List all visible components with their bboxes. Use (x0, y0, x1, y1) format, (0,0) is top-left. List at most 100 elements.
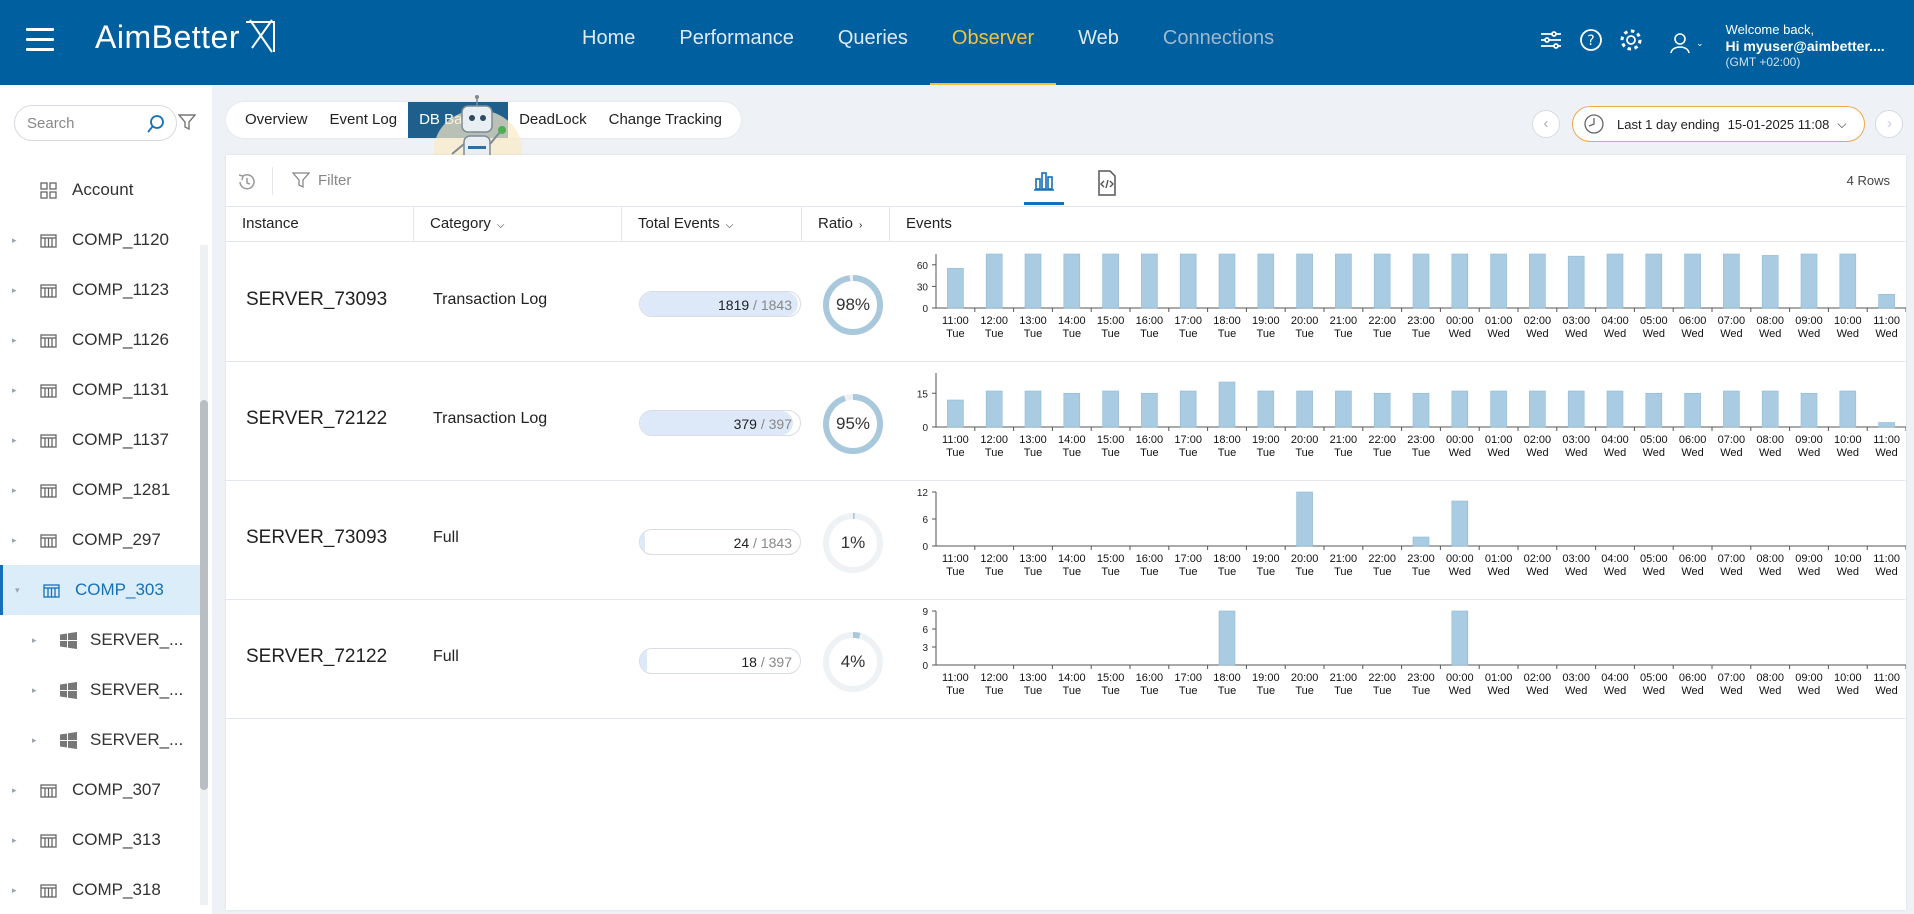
sliders-icon[interactable] (1538, 27, 1564, 53)
sidebar-item[interactable]: ▸ COMP_307 (0, 765, 200, 815)
user-menu[interactable]: ⌄ Welcome back, Hi myuser@aimbetter.... … (1668, 22, 1885, 70)
caret-right-icon[interactable]: ▸ (32, 665, 37, 715)
x-tick-label-time: 10:00 (1834, 315, 1862, 327)
sidebar-item[interactable]: ▸ COMP_313 (0, 815, 200, 865)
tab-overview[interactable]: Overview (234, 102, 319, 138)
caret-right-icon[interactable]: ▸ (12, 465, 17, 515)
x-tick-label-day: Tue (946, 447, 965, 459)
sidebar-item[interactable]: ▸ COMP_1123 (0, 265, 200, 315)
nav-performance[interactable]: Performance (657, 0, 816, 85)
filter-icon[interactable] (178, 113, 196, 131)
event-bar (1024, 253, 1042, 309)
x-tick-label-day: Tue (1179, 566, 1198, 578)
x-tick-label-time: 14:00 (1058, 553, 1086, 565)
header-ratio[interactable]: Ratio › (802, 207, 890, 242)
x-tick-label-time: 02:00 (1524, 315, 1552, 327)
event-bar (1102, 253, 1119, 309)
grid-filter-input[interactable]: Filter (292, 171, 351, 189)
header-category[interactable]: Category ⌵ (414, 207, 622, 242)
header-events[interactable]: Events (890, 207, 1906, 242)
code-view-button[interactable] (1086, 165, 1126, 205)
x-tick-label-time: 12:00 (980, 315, 1008, 327)
x-tick-label-day: Wed (1759, 328, 1781, 340)
sidebar-item-label: SERVER_... (90, 730, 184, 749)
prev-period-button[interactable]: ‹ (1532, 110, 1560, 138)
nav-web[interactable]: Web (1056, 0, 1141, 85)
caret-down-icon[interactable]: ▾ (15, 565, 20, 615)
sort-chevron-icon: ⌵ (725, 220, 734, 231)
sidebar-item[interactable]: ▸ COMP_1137 (0, 415, 200, 465)
total-events-bar-fill (640, 530, 645, 554)
sidebar-item[interactable]: ▸ SERVER_... (0, 615, 200, 665)
sidebar: Search Account ▸ COMP_1120 ▸ COMP_1123 ▸ COMP_… (0, 85, 212, 914)
total-events-bar-fill (640, 649, 648, 673)
caret-right-icon[interactable]: ▸ (12, 815, 17, 865)
time-range-selector[interactable]: Last 1 day ending 15-01-2025 11:08 ⌵ (1572, 106, 1866, 142)
sidebar-scrollbar-thumb[interactable] (200, 400, 208, 790)
nav-observer[interactable]: Observer (929, 0, 1057, 85)
x-tick-label-day: Tue (1063, 685, 1082, 697)
x-tick-label-time: 16:00 (1136, 315, 1164, 327)
event-count: 24 (733, 535, 750, 551)
x-tick-label-day: Wed (1604, 328, 1626, 340)
x-tick-label-time: 10:00 (1834, 553, 1862, 565)
caret-right-icon[interactable]: ▸ (12, 315, 17, 365)
nav-queries[interactable]: Queries (816, 0, 930, 85)
event-bar (1800, 253, 1818, 309)
building-icon (43, 584, 60, 598)
next-period-button[interactable]: › (1875, 110, 1904, 138)
x-tick-label-time: 05:00 (1640, 553, 1668, 565)
caret-right-icon[interactable]: ▸ (12, 515, 17, 565)
caret-right-icon[interactable]: ▸ (12, 265, 17, 315)
x-tick-label-time: 00:00 (1446, 315, 1474, 327)
logo[interactable]: AimBetter (95, 18, 276, 56)
search-icon[interactable] (146, 114, 166, 134)
x-tick-label-day: Wed (1604, 685, 1626, 697)
x-tick-label-time: 21:00 (1330, 315, 1358, 327)
caret-right-icon[interactable]: ▸ (32, 615, 37, 665)
x-tick-label-time: 14:00 (1058, 434, 1086, 446)
caret-right-icon[interactable]: ▸ (32, 715, 37, 765)
table-row[interactable]: SERVER_72122 Transaction Log 379 / 397 95% 0… (226, 362, 1906, 481)
caret-right-icon[interactable]: ▸ (12, 765, 17, 815)
sidebar-item[interactable]: ▸ COMP_318 (0, 865, 200, 905)
x-tick-label-day: Tue (985, 566, 1004, 578)
x-tick-label-day: Tue (1373, 328, 1392, 340)
user-chevron-icon[interactable]: ⌄ (1696, 38, 1704, 49)
caret-right-icon[interactable]: ▸ (12, 865, 17, 905)
sidebar-item[interactable]: ▸ COMP_1126 (0, 315, 200, 365)
x-tick-label-time: 13:00 (1019, 315, 1047, 327)
nav-home[interactable]: Home (560, 0, 657, 85)
sidebar-item[interactable]: ▸ SERVER_... (0, 665, 200, 715)
user-icon[interactable] (1668, 30, 1694, 56)
event-bar (1451, 610, 1469, 666)
nav-connections[interactable]: Connections (1141, 0, 1296, 85)
sidebar-item-label: COMP_1126 (72, 330, 170, 349)
caret-right-icon[interactable]: ▸ (12, 365, 17, 415)
x-tick-label-day: Wed (1759, 447, 1781, 459)
table-row[interactable]: SERVER_72122 Full 18 / 397 4% 0 3 6 9 11:00 Tue 12… (226, 600, 1906, 719)
sidebar-item[interactable]: ▸ COMP_1281 (0, 465, 200, 515)
header-instance[interactable]: Instance (226, 207, 414, 242)
hamburger-menu-icon[interactable] (26, 28, 54, 52)
gear-icon[interactable] (1618, 27, 1644, 53)
search-input[interactable]: Search (14, 105, 177, 141)
tab-event-log[interactable]: Event Log (319, 102, 409, 138)
sidebar-item[interactable]: ▸ SERVER_... (0, 715, 200, 765)
tab-change-tracking[interactable]: Change Tracking (598, 102, 733, 138)
table-row[interactable]: SERVER_73093 Transaction Log 1819 / 1843 98… (226, 243, 1906, 362)
total-events-bar: 24 / 1843 (639, 529, 801, 555)
caret-right-icon[interactable]: ▸ (12, 415, 17, 465)
caret-right-icon[interactable]: ▸ (12, 215, 17, 265)
header-total-events[interactable]: Total Events ⌵ (622, 207, 802, 242)
sidebar-item[interactable]: ▾ COMP_303 (0, 565, 200, 615)
sidebar-item[interactable]: Account (0, 165, 200, 215)
chart-view-button[interactable] (1024, 165, 1064, 205)
sidebar-item[interactable]: ▸ COMP_297 (0, 515, 200, 565)
table-row[interactable]: SERVER_73093 Full 24 / 1843 1% 0 6 12 11:00 Tue 1… (226, 481, 1906, 600)
sidebar-item[interactable]: ▸ COMP_1131 (0, 365, 200, 415)
sidebar-item[interactable]: ▸ COMP_1120 (0, 215, 200, 265)
history-icon[interactable] (236, 171, 258, 193)
help-icon[interactable]: ? (1578, 27, 1604, 53)
x-tick-label-time: 15:00 (1097, 434, 1125, 446)
